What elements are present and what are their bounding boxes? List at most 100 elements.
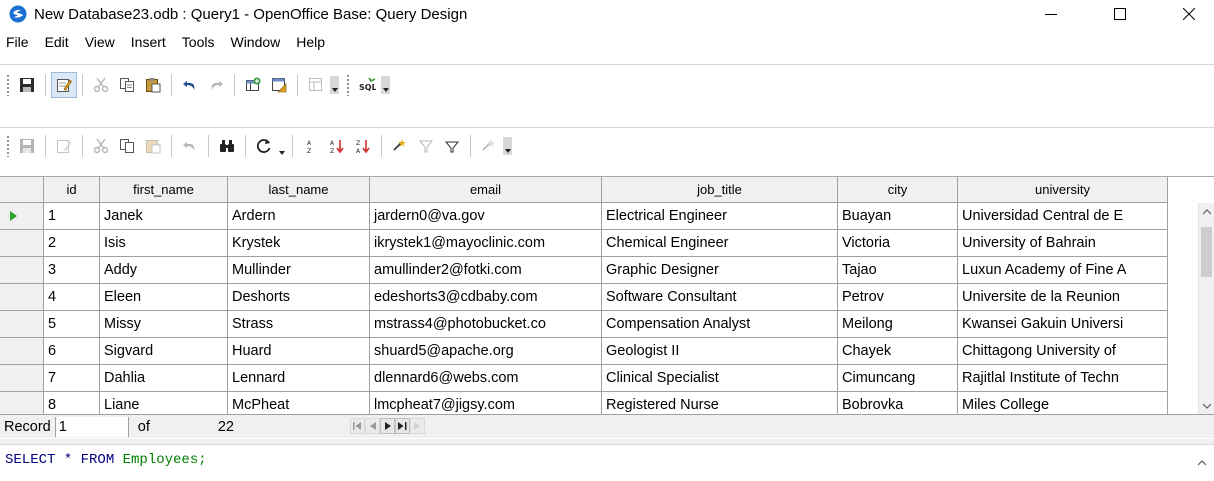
cell-job-title[interactable]: Clinical Specialist (602, 365, 838, 392)
cell-city[interactable]: Meilong (838, 311, 958, 338)
cell-last-name[interactable]: Mullinder (228, 257, 370, 284)
column-header-city[interactable]: city (838, 177, 958, 203)
column-header-id[interactable]: id (44, 177, 100, 203)
cell-email[interactable]: edeshorts3@cdbaby.com (370, 284, 602, 311)
toolbar-grip[interactable] (6, 135, 10, 157)
row-header[interactable] (0, 203, 44, 230)
cell-first-name[interactable]: Liane (100, 392, 228, 415)
column-header-first-name[interactable]: first_name (100, 177, 228, 203)
standard-filter-button[interactable] (413, 133, 439, 159)
cell-city[interactable]: Victoria (838, 230, 958, 257)
toolbar-grip[interactable] (346, 74, 350, 96)
cell-job-title[interactable]: Electrical Engineer (602, 203, 838, 230)
row-header[interactable] (0, 257, 44, 284)
save-button[interactable] (14, 72, 40, 98)
run-sql-button[interactable]: SQL (354, 72, 380, 98)
cell-email[interactable]: amullinder2@fotki.com (370, 257, 602, 284)
apply-filter-button[interactable] (439, 133, 465, 159)
cell-first-name[interactable]: Sigvard (100, 338, 228, 365)
cell-last-name[interactable]: Deshorts (228, 284, 370, 311)
cell-university[interactable]: Miles College (958, 392, 1168, 415)
cell-id[interactable]: 4 (44, 284, 100, 311)
cell-id[interactable]: 5 (44, 311, 100, 338)
cell-city[interactable]: Buayan (838, 203, 958, 230)
refresh-dropdown[interactable] (277, 133, 287, 159)
table-row[interactable]: 6 Sigvard Huard shuard5@apache.org Geologist… (0, 338, 1198, 365)
menu-tools[interactable]: Tools (174, 34, 223, 50)
save-record-button[interactable] (14, 133, 40, 159)
redo-button[interactable] (203, 72, 229, 98)
row-header[interactable] (0, 311, 44, 338)
edit-mode-button[interactable] (51, 72, 77, 98)
new-record-button[interactable] (410, 418, 425, 434)
cut-button[interactable] (88, 72, 114, 98)
column-header-email[interactable]: email (370, 177, 602, 203)
cell-last-name[interactable]: Krystek (228, 230, 370, 257)
cell-city[interactable]: Tajao (838, 257, 958, 284)
minimize-button[interactable] (1028, 0, 1074, 28)
last-record-button[interactable] (395, 418, 410, 434)
cell-email[interactable]: lmcpheat7@jigsy.com (370, 392, 602, 415)
row-header[interactable] (0, 365, 44, 392)
table-row[interactable]: 4 Eleen Deshorts edeshorts3@cdbaby.com Softw… (0, 284, 1198, 311)
cell-first-name[interactable]: Isis (100, 230, 228, 257)
cell-email[interactable]: ikrystek1@mayoclinic.com (370, 230, 602, 257)
cell-job-title[interactable]: Compensation Analyst (602, 311, 838, 338)
cell-university[interactable]: Universidad Central de E (958, 203, 1168, 230)
menu-help[interactable]: Help (288, 34, 333, 50)
column-header-last-name[interactable]: last_name (228, 177, 370, 203)
sort-button[interactable]: AZ (298, 133, 324, 159)
cell-university[interactable]: Rajitlal Institute of Techn (958, 365, 1168, 392)
autofilter-button[interactable] (387, 133, 413, 159)
cell-last-name[interactable]: Strass (228, 311, 370, 338)
cell-email[interactable]: mstrass4@photobucket.co (370, 311, 602, 338)
cell-university[interactable]: Universite de la Reunion (958, 284, 1168, 311)
next-record-button[interactable] (380, 418, 395, 434)
paste-data-button[interactable] (140, 133, 166, 159)
edit-data-button[interactable] (51, 133, 77, 159)
cell-id[interactable]: 8 (44, 392, 100, 415)
cell-city[interactable]: Bobrovka (838, 392, 958, 415)
add-table-button[interactable] (240, 72, 266, 98)
menu-insert[interactable]: Insert (123, 34, 174, 50)
cell-first-name[interactable]: Eleen (100, 284, 228, 311)
row-header[interactable] (0, 230, 44, 257)
close-button[interactable] (1166, 0, 1212, 28)
copy-button[interactable] (114, 72, 140, 98)
paste-button[interactable] (140, 72, 166, 98)
sort-descending-button[interactable]: ZA (350, 133, 376, 159)
cell-university[interactable]: Chittagong University of (958, 338, 1168, 365)
scroll-down-icon[interactable] (1203, 403, 1211, 409)
remove-filter-button[interactable] (476, 133, 502, 159)
toolbar-overflow-dropdown[interactable] (380, 72, 391, 98)
cell-job-title[interactable]: Registered Nurse (602, 392, 838, 415)
cell-first-name[interactable]: Dahlia (100, 365, 228, 392)
cell-last-name[interactable]: Huard (228, 338, 370, 365)
sort-ascending-button[interactable]: AZ (324, 133, 350, 159)
maximize-button[interactable] (1097, 0, 1143, 28)
refresh-button[interactable] (251, 133, 277, 159)
cell-job-title[interactable]: Software Consultant (602, 284, 838, 311)
cell-university[interactable]: Luxun Academy of Fine A (958, 257, 1168, 284)
cell-last-name[interactable]: Lennard (228, 365, 370, 392)
scrollbar-thumb[interactable] (1201, 227, 1212, 277)
cell-city[interactable]: Cimuncang (838, 365, 958, 392)
cell-job-title[interactable]: Graphic Designer (602, 257, 838, 284)
splitter[interactable] (0, 439, 1214, 445)
cell-email[interactable]: shuard5@apache.org (370, 338, 602, 365)
cell-email[interactable]: dlennard6@webs.com (370, 365, 602, 392)
cell-first-name[interactable]: Missy (100, 311, 228, 338)
cell-job-title[interactable]: Geologist II (602, 338, 838, 365)
column-header-university[interactable]: university (958, 177, 1168, 203)
row-header[interactable] (0, 338, 44, 365)
scroll-up-icon[interactable] (1198, 460, 1206, 466)
cell-city[interactable]: Petrov (838, 284, 958, 311)
cell-last-name[interactable]: McPheat (228, 392, 370, 415)
table-row[interactable]: 8 Liane McPheat lmcpheat7@jigsy.com Register… (0, 392, 1198, 415)
table-row[interactable]: 5 Missy Strass mstrass4@photobucket.co Compe… (0, 311, 1198, 338)
toolbar-overflow-dropdown[interactable] (502, 133, 513, 159)
undo-button[interactable] (177, 72, 203, 98)
vertical-scrollbar[interactable] (1198, 203, 1214, 415)
cell-id[interactable]: 3 (44, 257, 100, 284)
cell-id[interactable]: 1 (44, 203, 100, 230)
